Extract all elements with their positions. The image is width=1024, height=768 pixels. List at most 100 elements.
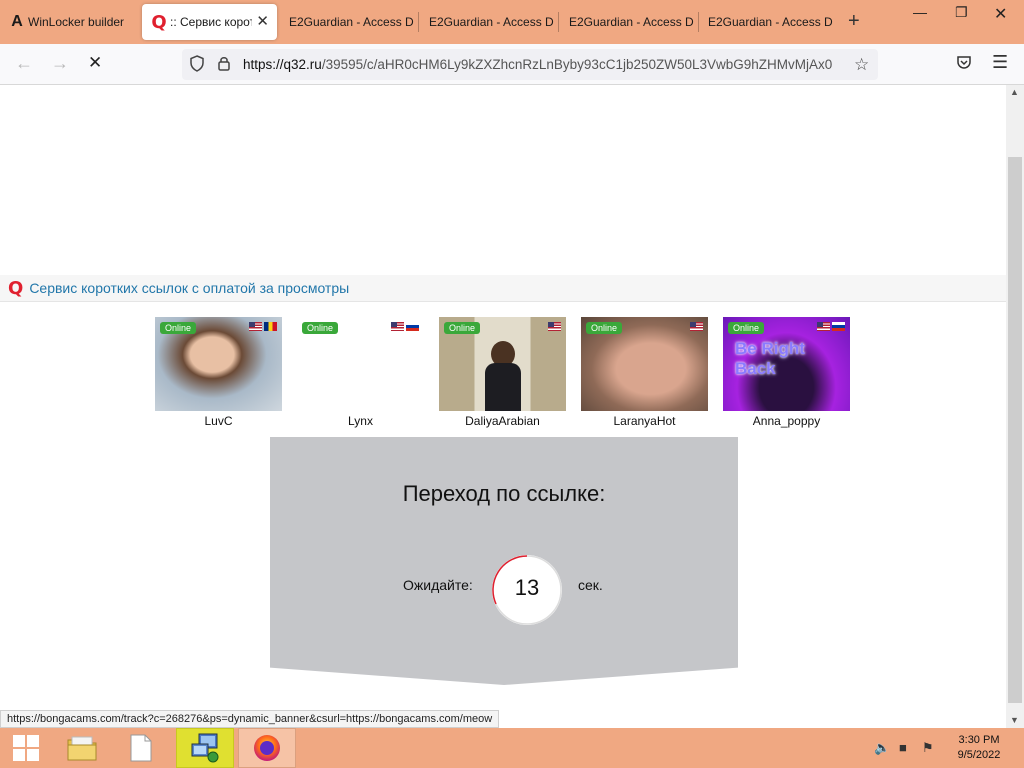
- windows-logo-icon: [13, 735, 39, 761]
- countdown-number: 13: [514, 575, 540, 600]
- online-badge: Online: [302, 322, 339, 334]
- ru-flag-icon: [406, 322, 419, 331]
- tab-separator: [418, 12, 419, 32]
- cam-thumbnail[interactable]: Be Right Back Online: [723, 317, 850, 411]
- pocket-icon[interactable]: [956, 54, 972, 75]
- flags: [815, 322, 845, 332]
- url-text[interactable]: https://q32.ru/39595/c/aHR0cHM6Ly9kZXZhc…: [243, 57, 848, 72]
- close-icon[interactable]: ✕: [256, 12, 269, 30]
- flags: [546, 322, 561, 332]
- tab-winlocker[interactable]: A WinLocker builder: [8, 0, 138, 44]
- scroll-down-icon[interactable]: ▼: [1010, 715, 1019, 725]
- site-header: Q Сервис коротких ссылок с оплатой за пр…: [0, 275, 1006, 302]
- plus-icon[interactable]: +: [848, 10, 860, 33]
- cam-name[interactable]: LaranyaHot: [581, 414, 708, 428]
- minimize-icon[interactable]: —: [913, 4, 927, 20]
- tab-label: E2Guardian - Access D: [569, 15, 694, 29]
- online-badge: Online: [586, 322, 623, 334]
- folder-icon: [67, 736, 97, 761]
- tab-label: E2Guardian - Access D: [289, 15, 414, 29]
- page-content: Q Сервис коротких ссылок с оплатой за пр…: [0, 85, 1006, 728]
- online-badge: Online: [728, 322, 765, 334]
- cam-card-luvc[interactable]: Online LuvC: [155, 317, 282, 428]
- cam-card-anna-poppy[interactable]: Be Right Back Online Anna_poppy: [723, 317, 850, 428]
- cam-card-lynx[interactable]: Online Lynx: [297, 317, 424, 428]
- forward-arrow-icon[interactable]: →: [51, 53, 69, 74]
- flag-tray-icon[interactable]: ⚑: [922, 740, 934, 756]
- back-arrow-icon[interactable]: ←: [15, 53, 33, 74]
- cam-name[interactable]: LuvC: [155, 414, 282, 428]
- flags: [389, 322, 419, 332]
- cam-card-daliyaarabian[interactable]: Online DaliyaArabian: [439, 317, 566, 428]
- restore-icon[interactable]: ❐: [955, 4, 968, 21]
- redirect-title: Переход по ссылке:: [402, 481, 606, 506]
- tab-q32-active[interactable]: Q :: Сервис корот ✕: [142, 4, 277, 40]
- hamburger-menu-icon[interactable]: ☰: [992, 52, 1008, 73]
- site-title-link[interactable]: Сервис коротких ссылок с оплатой за прос…: [29, 280, 349, 296]
- star-bookmark-icon[interactable]: ☆: [854, 55, 869, 75]
- status-link-preview: https://bongacams.com/track?c=268276&ps=…: [0, 710, 500, 728]
- computer-network-icon: [191, 733, 219, 763]
- network-app-button[interactable]: [176, 728, 234, 768]
- scroll-up-icon[interactable]: ▲: [1010, 87, 1019, 97]
- tab-e2guardian-1[interactable]: E2Guardian - Access D: [289, 0, 419, 44]
- cam-thumbnail[interactable]: Online: [297, 317, 424, 411]
- clock-time: 3:30 PM: [958, 734, 1000, 746]
- flags: [247, 322, 277, 332]
- network-tray-icon[interactable]: ■: [899, 740, 907, 755]
- cam-name[interactable]: Anna_poppy: [723, 414, 850, 428]
- cam-name[interactable]: Lynx: [297, 414, 424, 428]
- letter-a-icon: A: [11, 13, 23, 30]
- system-clock[interactable]: 3:30 PM 9/5/2022: [946, 733, 1012, 763]
- start-button[interactable]: [4, 728, 48, 768]
- clock-date: 9/5/2022: [957, 749, 1001, 761]
- url-bar[interactable]: https://q32.ru/39595/c/aHR0cHM6Ly9kZXZhc…: [182, 49, 878, 80]
- page-scrollbar[interactable]: ▲ ▼: [1006, 85, 1024, 728]
- stop-loading-icon[interactable]: ✕: [88, 53, 102, 73]
- us-flag-icon: [690, 322, 703, 331]
- cam-thumbnail[interactable]: Online: [581, 317, 708, 411]
- tab-e2guardian-2[interactable]: E2Guardian - Access D: [429, 0, 559, 44]
- cam-thumbnail[interactable]: Online: [439, 317, 566, 411]
- taskbar: 🔈 ■ ⚑ 3:30 PM 9/5/2022: [0, 728, 1024, 768]
- flags: [688, 322, 703, 332]
- tab-bar: A WinLocker builder Q :: Сервис корот ✕ …: [0, 0, 1024, 44]
- us-flag-icon: [249, 322, 262, 331]
- close-window-icon[interactable]: ✕: [994, 4, 1007, 24]
- us-flag-icon: [548, 322, 561, 331]
- navigation-bar: ← → ✕ https://q32.ru/39595/c/aHR0cHM6Ly9…: [0, 44, 1024, 85]
- scroll-thumb[interactable]: [1008, 157, 1022, 703]
- cam-thumbnail[interactable]: Online: [155, 317, 282, 411]
- tab-label: E2Guardian - Access D: [708, 15, 833, 29]
- tab-label: WinLocker builder: [28, 15, 125, 29]
- site-logo[interactable]: Q: [8, 278, 23, 299]
- online-badge: Online: [444, 322, 481, 334]
- online-badge: Online: [160, 322, 197, 334]
- seconds-label: сек.: [578, 577, 603, 593]
- firefox-button[interactable]: [238, 728, 296, 768]
- wait-label: Ожидайте:: [403, 577, 473, 593]
- file-explorer-button[interactable]: [58, 728, 106, 768]
- firefox-icon: [254, 735, 280, 761]
- cam-card-laranyahot[interactable]: Online LaranyaHot: [581, 317, 708, 428]
- cam-name[interactable]: DaliyaArabian: [439, 414, 566, 428]
- us-flag-icon: [817, 322, 830, 331]
- blank-document-button[interactable]: [118, 728, 164, 768]
- speaker-muted-icon[interactable]: 🔈: [874, 740, 890, 756]
- be-right-back-overlay: Be Right Back: [735, 339, 805, 378]
- us-flag-icon: [391, 322, 404, 331]
- q-logo-icon: Q: [151, 11, 167, 33]
- lock-icon[interactable]: [217, 55, 231, 76]
- tab-label: E2Guardian - Access D: [429, 15, 554, 29]
- countdown-timer: 13: [492, 555, 562, 625]
- tab-separator: [698, 12, 699, 32]
- tab-separator: [558, 12, 559, 32]
- tab-label: :: Сервис корот: [170, 15, 252, 29]
- redirect-countdown-panel: Переход по ссылке: Ожидайте: 13 сек.: [270, 437, 738, 685]
- tab-e2guardian-4[interactable]: E2Guardian - Access D: [708, 0, 838, 44]
- tab-e2guardian-3[interactable]: E2Guardian - Access D: [569, 0, 699, 44]
- ru-flag-icon: [832, 322, 845, 331]
- document-icon: [130, 734, 152, 762]
- ro-flag-icon: [264, 322, 277, 331]
- shield-icon[interactable]: [189, 55, 205, 76]
